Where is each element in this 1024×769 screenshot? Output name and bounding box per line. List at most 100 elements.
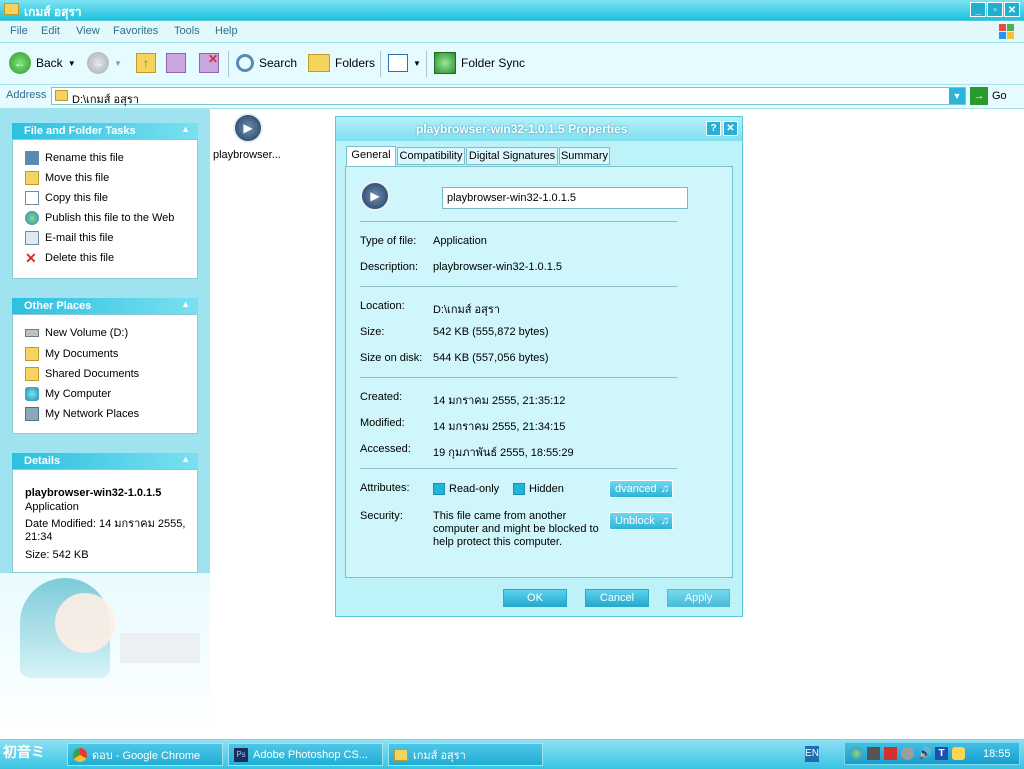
move-file-link[interactable]: Move this file <box>25 171 109 185</box>
start-button[interactable]: 初音ミ <box>3 742 58 766</box>
location-value: D:\เกมส์ อสุรา <box>433 304 500 316</box>
menu-help[interactable]: Help <box>215 25 238 37</box>
details-panel: playbrowser-win32-1.0.1.5 Application Da… <box>12 469 198 573</box>
menu-view[interactable]: View <box>76 25 100 37</box>
folders-button[interactable]: Folders <box>308 52 375 74</box>
hidden-checkbox[interactable] <box>513 483 525 495</box>
antivirus-icon[interactable] <box>884 747 897 760</box>
unblock-button[interactable]: Unblock ♫ <box>609 512 673 530</box>
created-label: Created: <box>360 391 403 403</box>
cancel-button[interactable]: Cancel <box>585 589 649 607</box>
copy-icon <box>25 191 39 205</box>
divider <box>360 468 677 469</box>
close-button[interactable]: ✕ <box>1004 2 1020 17</box>
security-text: This file came from another computer and… <box>433 510 599 548</box>
new-folder-button[interactable] <box>166 52 186 74</box>
dialog-close-button[interactable]: ✕ <box>723 121 738 136</box>
windows-logo-icon <box>990 21 1024 42</box>
other-places-header[interactable]: Other Places ▲ <box>12 298 198 314</box>
task-label: Move this file <box>45 172 110 184</box>
advanced-button[interactable]: dvanced ♫ <box>609 480 673 498</box>
text-tool-icon[interactable]: T <box>935 747 948 760</box>
folder-icon <box>55 90 68 101</box>
ok-button[interactable]: OK <box>503 589 567 607</box>
folders-label: Folders <box>335 56 376 70</box>
menu-tools[interactable]: Tools <box>174 25 200 37</box>
type-value: Application <box>433 235 487 247</box>
views-dropdown-icon[interactable]: ▼ <box>413 59 421 68</box>
menu-edit[interactable]: Edit <box>41 25 60 37</box>
dialog-title-bar: playbrowser-win32-1.0.1.5 Properties ? ✕ <box>336 117 742 141</box>
back-dropdown-icon[interactable]: ▼ <box>68 59 76 68</box>
documents-icon <box>25 347 39 361</box>
apply-button[interactable]: Apply <box>667 589 730 607</box>
network-globe-icon[interactable] <box>850 747 863 760</box>
forward-dropdown-icon[interactable]: ▼ <box>114 59 122 68</box>
up-folder-icon: ↑ <box>136 53 156 73</box>
place-label: My Computer <box>45 388 112 400</box>
readonly-checkbox[interactable] <box>433 483 445 495</box>
delete-toolbar-button[interactable]: ✕ <box>199 52 219 74</box>
rename-file-link[interactable]: Rename this file <box>25 151 124 165</box>
volume-icon[interactable]: 🔊 <box>918 747 932 760</box>
dialog-title: playbrowser-win32-1.0.1.5 Properties <box>416 122 628 136</box>
tab-compatibility[interactable]: Compatibility <box>397 147 465 165</box>
tab-general[interactable]: General <box>346 146 396 166</box>
hidden-label: Hidden <box>529 483 564 495</box>
collapse-icon[interactable]: ▲ <box>181 299 190 309</box>
taskbar-item-photoshop[interactable]: Ps Adobe Photoshop CS... <box>228 743 383 766</box>
collapse-icon[interactable]: ▲ <box>181 454 190 464</box>
taskbar-item-chrome[interactable]: ดอบ - Google Chrome <box>67 743 223 766</box>
collapse-icon[interactable]: ▲ <box>181 124 190 134</box>
new-volume-link[interactable]: New Volume (D:) <box>25 327 128 339</box>
accessed-value: 19 กุมภาพันธ์ 2555, 18:55:29 <box>433 447 574 459</box>
task-label: Publish this file to the Web <box>45 212 175 224</box>
minimize-button[interactable]: _ <box>970 2 986 17</box>
file-tasks-header[interactable]: File and Folder Tasks ▲ <box>12 123 198 139</box>
forward-arrow-icon: → <box>87 52 109 74</box>
camera-icon[interactable] <box>867 747 880 760</box>
folder-sync-button[interactable]: Folder Sync <box>434 52 525 74</box>
publish-web-link[interactable]: Publish this file to the Web <box>25 211 174 225</box>
cancel-label: Cancel <box>599 592 635 604</box>
task-label: E-mail this file <box>45 232 114 244</box>
address-dropdown-button[interactable]: ▼ <box>949 88 965 104</box>
my-network-places-link[interactable]: My Network Places <box>25 407 139 421</box>
my-computer-link[interactable]: My Computer <box>25 387 111 401</box>
language-indicator[interactable]: EN <box>805 746 819 762</box>
up-folder-button[interactable]: ↑ <box>136 52 156 74</box>
email-file-link[interactable]: E-mail this file <box>25 231 113 245</box>
back-button[interactable]: ← Back ▼ <box>9 52 76 74</box>
task-label: Rename this file <box>45 152 124 164</box>
tab-digital-signatures[interactable]: Digital Signatures <box>466 147 558 165</box>
copy-file-link[interactable]: Copy this file <box>25 191 108 205</box>
my-documents-link[interactable]: My Documents <box>25 347 118 361</box>
taskbar-item-explorer[interactable]: เกมส์ อสุรา <box>388 743 543 766</box>
sync-icon <box>434 52 456 74</box>
clock[interactable]: 18:55 <box>983 748 1011 760</box>
help-button[interactable]: ? <box>706 121 721 136</box>
folder-sync-label: Folder Sync <box>461 56 526 70</box>
usb-icon[interactable] <box>952 747 965 760</box>
filename-input[interactable]: playbrowser-win32-1.0.1.5 <box>442 187 688 209</box>
address-input[interactable]: D:\เกมส์ อสุรา ▼ <box>51 87 966 106</box>
menu-file[interactable]: File <box>10 25 28 37</box>
menu-favorites[interactable]: Favorites <box>113 25 158 37</box>
ok-label: OK <box>527 592 543 604</box>
forward-button[interactable]: → ▼ <box>87 52 122 74</box>
details-header[interactable]: Details ▲ <box>12 453 198 469</box>
delete-file-link[interactable]: ✕ Delete this file <box>25 251 114 265</box>
maximize-button[interactable]: ▫ <box>987 2 1003 17</box>
filename-value: playbrowser-win32-1.0.1.5 <box>447 192 577 204</box>
views-button[interactable]: ▼ <box>388 52 421 74</box>
tab-summary[interactable]: Summary <box>559 147 610 165</box>
file-label[interactable]: playbrowser... <box>213 149 281 161</box>
app-tray-icon[interactable] <box>901 747 914 760</box>
move-icon <box>25 171 39 185</box>
shared-documents-link[interactable]: Shared Documents <box>25 367 139 381</box>
file-icon[interactable]: ▶ <box>233 113 263 143</box>
taskbar-item-label: Adobe Photoshop CS... <box>253 748 368 761</box>
search-button[interactable]: Search <box>236 52 297 74</box>
go-button[interactable]: → Go <box>970 87 1007 105</box>
attributes-label: Attributes: <box>360 482 410 494</box>
